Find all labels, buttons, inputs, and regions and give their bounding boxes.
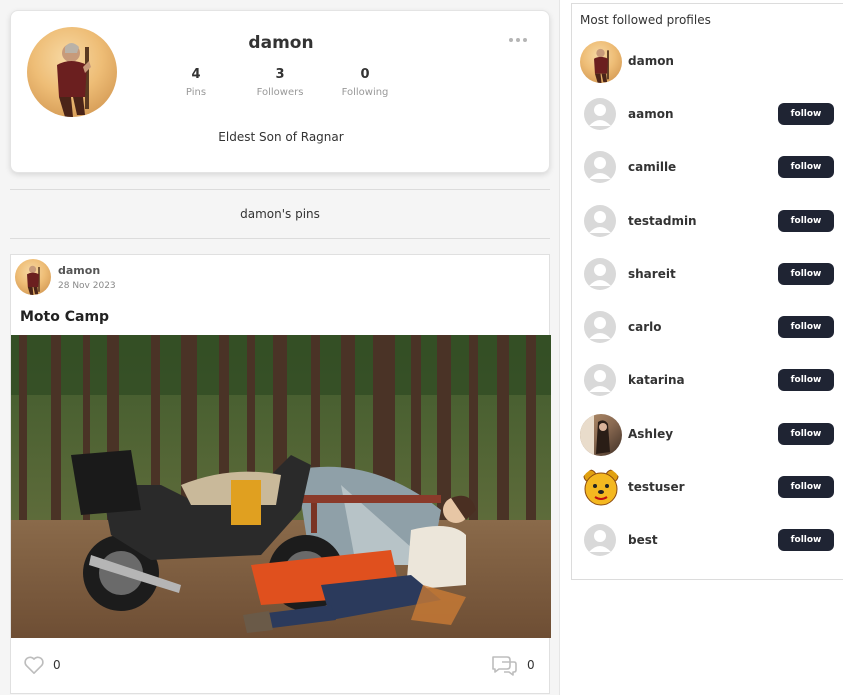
profile-name: damon	[248, 33, 314, 53]
most-followed-sidebar: Most followed profiles damon aamon follo…	[571, 3, 843, 580]
profile-bio: Eldest Son of Ragnar	[218, 130, 344, 144]
user-silhouette-icon[interactable]	[584, 364, 616, 396]
main-column: damon 4 Pins 3 Followers 0 Following Eld…	[0, 0, 560, 695]
followers-count: 3	[275, 67, 285, 82]
profile-name[interactable]: shareit	[628, 267, 676, 281]
profile-name[interactable]: best	[628, 533, 658, 547]
post-date: 28 Nov 2023	[58, 281, 116, 291]
profile-name[interactable]: Ashley	[628, 427, 673, 441]
profile-name[interactable]: camille	[628, 160, 676, 174]
profile-row[interactable]: camille follow	[572, 147, 843, 191]
following-count: 0	[360, 67, 370, 82]
post-author-avatar[interactable]	[15, 259, 51, 295]
profile-avatar	[27, 27, 117, 117]
user-silhouette-icon[interactable]	[584, 98, 616, 130]
profile-row[interactable]: damon	[572, 41, 843, 85]
profile-name[interactable]: damon	[628, 54, 674, 68]
avatar[interactable]	[580, 414, 622, 456]
stat-pins[interactable]: 4 Pins	[161, 67, 231, 98]
avatar[interactable]	[580, 467, 622, 509]
profile-row[interactable]: testadmin follow	[572, 201, 843, 245]
user-silhouette-icon[interactable]	[584, 524, 616, 556]
profile-name[interactable]: katarina	[628, 373, 685, 387]
comment-count: 0	[527, 658, 535, 672]
sidebar-title: Most followed profiles	[580, 13, 711, 27]
user-silhouette-icon[interactable]	[584, 151, 616, 183]
following-label: Following	[341, 87, 389, 98]
profile-name[interactable]: testuser	[628, 480, 685, 494]
user-silhouette-icon[interactable]	[584, 258, 616, 290]
profile-name[interactable]: carlo	[628, 320, 662, 334]
followers-label: Followers	[256, 87, 304, 98]
follow-button[interactable]: follow	[778, 316, 834, 338]
profile-card: damon 4 Pins 3 Followers 0 Following Eld…	[10, 10, 550, 173]
follow-button[interactable]: follow	[778, 210, 834, 232]
follow-button[interactable]: follow	[778, 263, 834, 285]
post-title: Moto Camp	[20, 309, 110, 325]
profile-name[interactable]: aamon	[628, 107, 674, 121]
like-count: 0	[53, 658, 61, 672]
profile-row[interactable]: testuser follow	[572, 467, 843, 511]
more-options-icon[interactable]	[509, 35, 529, 45]
heart-icon[interactable]	[23, 655, 45, 675]
stat-following[interactable]: 0 Following	[330, 67, 400, 98]
pins-count: 4	[191, 67, 201, 82]
follow-button[interactable]: follow	[778, 476, 834, 498]
follow-button[interactable]: follow	[778, 369, 834, 391]
profile-name[interactable]: testadmin	[628, 214, 697, 228]
profile-row[interactable]: katarina follow	[572, 360, 843, 404]
post-image[interactable]	[11, 335, 551, 638]
post-author-name[interactable]: damon	[58, 264, 100, 277]
profile-row[interactable]: Ashley follow	[572, 414, 843, 458]
user-silhouette-icon[interactable]	[584, 205, 616, 237]
comment-icon[interactable]	[490, 654, 518, 676]
stat-followers[interactable]: 3 Followers	[245, 67, 315, 98]
user-silhouette-icon[interactable]	[584, 311, 616, 343]
avatar[interactable]	[580, 41, 622, 83]
pins-label: Pins	[185, 87, 207, 98]
pins-section-header: damon's pins	[10, 189, 550, 239]
follow-button[interactable]: follow	[778, 423, 834, 445]
profile-row[interactable]: best follow	[572, 520, 843, 564]
pin-card[interactable]: damon 28 Nov 2023 Moto Camp 0 0	[10, 254, 551, 694]
follow-button[interactable]: follow	[778, 156, 834, 178]
follow-button[interactable]: follow	[778, 103, 834, 125]
profile-row[interactable]: aamon follow	[572, 94, 843, 138]
profile-row[interactable]: carlo follow	[572, 307, 843, 351]
follow-button[interactable]: follow	[778, 529, 834, 551]
profile-row[interactable]: shareit follow	[572, 254, 843, 298]
